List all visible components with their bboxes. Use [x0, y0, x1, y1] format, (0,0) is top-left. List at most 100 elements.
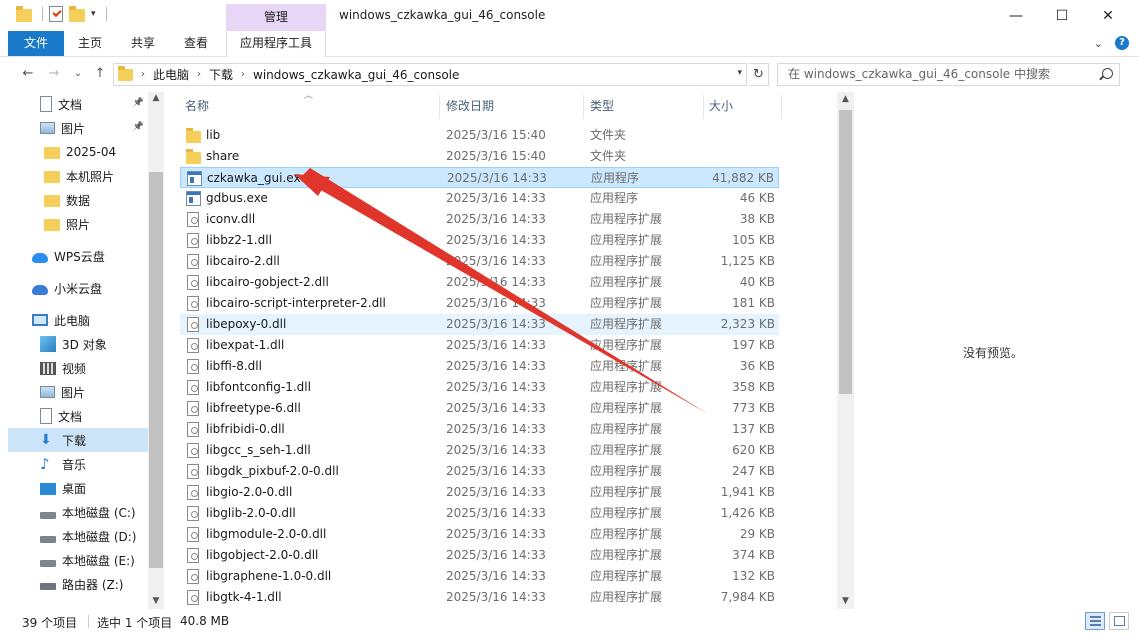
file-row[interactable]: iconv.dll 2025/3/16 14:33 应用程序扩展 38 KB: [180, 209, 779, 230]
sidebar-scrollbar-thumb[interactable]: [149, 172, 163, 568]
sidebar-item[interactable]: WPS云盘: [8, 244, 148, 268]
sidebar-item[interactable]: 图片: [8, 380, 148, 404]
details-view-button[interactable]: [1085, 612, 1105, 630]
sidebar-item[interactable]: 文档 📌: [8, 92, 148, 116]
sidebar-item[interactable]: 文档: [8, 404, 148, 428]
file-list-scrollbar-thumb[interactable]: [839, 110, 852, 394]
tab-home[interactable]: 主页: [78, 31, 102, 56]
column-header-type[interactable]: 类型: [590, 95, 614, 117]
scroll-down-icon[interactable]: ▼: [148, 596, 164, 606]
sidebar-item[interactable]: 本地磁盘 (C:): [8, 500, 148, 524]
file-row[interactable]: libexpat-1.dll 2025/3/16 14:33 应用程序扩展 197 K…: [180, 335, 779, 356]
sidebar-item[interactable]: ⬇ 下载: [8, 428, 148, 452]
column-divider[interactable]: [781, 95, 782, 119]
properties-icon[interactable]: [49, 6, 63, 22]
tab-share[interactable]: 共享: [131, 31, 155, 56]
file-type: 应用程序扩展: [590, 254, 663, 268]
tab-application-tools[interactable]: 应用程序工具: [226, 31, 326, 57]
file-name: libgdk_pixbuf-2.0-0.dll: [206, 464, 339, 478]
chevron-right-icon[interactable]: ›: [197, 69, 201, 80]
sidebar-item[interactable]: 路由器 (Z:): [8, 572, 148, 596]
file-row[interactable]: libgobject-2.0-0.dll 2025/3/16 14:33 应用程序扩…: [180, 545, 779, 566]
recent-locations-button[interactable]: ⌄: [68, 64, 88, 84]
scroll-up-icon[interactable]: ▲: [148, 93, 164, 103]
sidebar-item[interactable]: 本机照片: [8, 164, 148, 188]
file-row[interactable]: libfontconfig-1.dll 2025/3/16 14:33 应用程序扩展…: [180, 377, 779, 398]
manage-contextual-tab[interactable]: 管理: [226, 4, 326, 31]
application-icon: [186, 191, 201, 206]
file-row[interactable]: libfreetype-6.dll 2025/3/16 14:33 应用程序扩展 77…: [180, 398, 779, 419]
sidebar-item[interactable]: 3D 对象: [8, 332, 148, 356]
large-icons-view-button[interactable]: [1109, 612, 1129, 630]
sidebar-item[interactable]: ♪ 音乐: [8, 452, 148, 476]
file-row[interactable]: libgdk_pixbuf-2.0-0.dll 2025/3/16 14:33 应用…: [180, 461, 779, 482]
file-row[interactable]: libcairo-gobject-2.dll 2025/3/16 14:33 应用程…: [180, 272, 779, 293]
close-button[interactable]: ✕: [1085, 0, 1131, 31]
column-header-date[interactable]: 修改日期: [446, 95, 494, 117]
column-divider[interactable]: [583, 95, 584, 119]
tab-view[interactable]: 查看: [184, 31, 208, 56]
file-row[interactable]: libgio-2.0-0.dll 2025/3/16 14:33 应用程序扩展 1,9…: [180, 482, 779, 503]
file-name: libgcc_s_seh-1.dll: [206, 443, 311, 457]
file-row[interactable]: libgraphene-1.0-0.dll 2025/3/16 14:33 应用程序…: [180, 566, 779, 587]
file-row[interactable]: libcairo-2.dll 2025/3/16 14:33 应用程序扩展 1,125…: [180, 251, 779, 272]
new-folder-icon[interactable]: [69, 5, 85, 22]
file-row[interactable]: libgmodule-2.0-0.dll 2025/3/16 14:33 应用程序扩…: [180, 524, 779, 545]
sidebar-item[interactable]: 桌面: [8, 476, 148, 500]
sidebar-item[interactable]: 数据: [8, 188, 148, 212]
sidebar-item[interactable]: 本地磁盘 (D:): [8, 524, 148, 548]
expand-ribbon-icon[interactable]: ⌄: [1094, 37, 1103, 50]
file-row[interactable]: libffi-8.dll 2025/3/16 14:33 应用程序扩展 36 KB: [180, 356, 779, 377]
up-button[interactable]: ↑: [90, 64, 110, 84]
tab-file[interactable]: 文件: [8, 31, 64, 56]
file-row[interactable]: libgcc_s_seh-1.dll 2025/3/16 14:33 应用程序扩展 6…: [180, 440, 779, 461]
column-header-size[interactable]: 大小: [709, 95, 733, 117]
window-title: windows_czkawka_gui_46_console: [339, 8, 546, 22]
sidebar-item[interactable]: 本地磁盘 (E:): [8, 548, 148, 572]
sidebar-item[interactable]: 视频: [8, 356, 148, 380]
pin-icon[interactable]: 📌: [133, 98, 144, 108]
help-icon[interactable]: ?: [1115, 36, 1129, 50]
breadcrumb-current-folder[interactable]: windows_czkawka_gui_46_console: [253, 68, 459, 82]
sidebar-item[interactable]: 此电脑: [8, 308, 148, 332]
back-button[interactable]: ←: [18, 64, 38, 84]
file-row[interactable]: libbz2-1.dll 2025/3/16 14:33 应用程序扩展 105 KB: [180, 230, 779, 251]
breadcrumb-this-pc[interactable]: 此电脑: [153, 66, 189, 83]
search-input[interactable]: 在 windows_czkawka_gui_46_console 中搜索: [777, 63, 1120, 86]
file-row[interactable]: libcairo-script-interpreter-2.dll 2025/3/…: [180, 293, 779, 314]
pin-icon[interactable]: 📌: [133, 122, 144, 132]
column-divider[interactable]: [703, 95, 704, 119]
drive-icon: [40, 559, 56, 567]
refresh-button[interactable]: ↻: [749, 63, 769, 86]
sidebar-item[interactable]: 图片 📌: [8, 116, 148, 140]
file-row[interactable]: libgtk-4-1.dll 2025/3/16 14:33 应用程序扩展 7,984…: [180, 587, 779, 608]
address-bar[interactable]: › 此电脑 › 下载 › windows_czkawka_gui_46_cons…: [113, 63, 747, 86]
sidebar-item[interactable]: 小米云盘: [8, 276, 148, 300]
address-dropdown-icon[interactable]: ▾: [737, 68, 742, 78]
column-divider[interactable]: [439, 95, 440, 119]
file-name: libfontconfig-1.dll: [206, 380, 311, 394]
breadcrumb-downloads[interactable]: 下载: [209, 66, 233, 83]
file-row[interactable]: libepoxy-0.dll 2025/3/16 14:33 应用程序扩展 2,323…: [180, 314, 779, 335]
chevron-right-icon[interactable]: ›: [141, 69, 145, 80]
ribbon-tabs: 文件 主页 共享 查看 应用程序工具 ⌄ ?: [0, 31, 1139, 57]
search-icon[interactable]: [1102, 68, 1113, 79]
file-row[interactable]: libfribidi-0.dll 2025/3/16 14:33 应用程序扩展 137…: [180, 419, 779, 440]
sidebar-item[interactable]: 照片: [8, 212, 148, 236]
scroll-up-icon[interactable]: ▲: [837, 94, 854, 104]
sidebar-item[interactable]: 2025-04: [8, 140, 148, 164]
file-type: 应用程序扩展: [590, 569, 663, 583]
file-row[interactable]: libglib-2.0-0.dll 2025/3/16 14:33 应用程序扩展 1,…: [180, 503, 779, 524]
chevron-right-icon[interactable]: ›: [241, 69, 245, 80]
column-header-name[interactable]: 名称: [185, 95, 209, 117]
minimize-button[interactable]: —: [993, 0, 1039, 31]
folder-icon[interactable]: [16, 5, 32, 22]
maximize-button[interactable]: ☐: [1039, 0, 1085, 31]
customize-toolbar-icon[interactable]: ▾: [91, 9, 96, 19]
file-row[interactable]: gdbus.exe 2025/3/16 14:33 应用程序 46 KB: [180, 188, 779, 209]
file-row[interactable]: czkawka_gui.exe 2025/3/16 14:33 应用程序 41,882…: [180, 167, 779, 188]
file-row[interactable]: lib 2025/3/16 15:40 文件夹: [180, 125, 779, 146]
forward-button[interactable]: →: [44, 64, 64, 84]
file-row[interactable]: share 2025/3/16 15:40 文件夹: [180, 146, 779, 167]
scroll-down-icon[interactable]: ▼: [837, 596, 854, 606]
